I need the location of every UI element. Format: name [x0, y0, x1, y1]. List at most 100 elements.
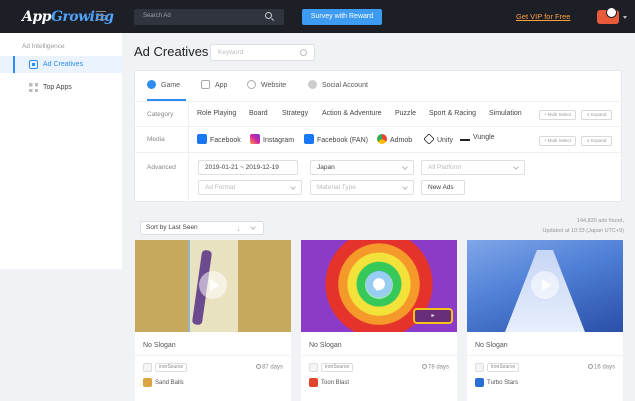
- media-option-label: Facebook: [210, 137, 241, 144]
- category-label: Category: [147, 111, 174, 118]
- chevron-down-icon[interactable]: [623, 16, 627, 19]
- advanced-label: Advanced: [147, 164, 176, 171]
- network-badge: ironSource: [155, 363, 188, 372]
- app-name[interactable]: Turbo Stars: [487, 380, 518, 386]
- media-option-facebook-fan[interactable]: Facebook (FAN): [304, 134, 368, 144]
- clock-icon: [255, 364, 261, 369]
- ad-slogan: No Slogan: [475, 342, 508, 349]
- ad-card[interactable]: No Slogan ironSource 87 days Sand Balls: [135, 240, 291, 401]
- sidebar-item-ad-creatives[interactable]: Ad Creatives: [0, 56, 122, 73]
- advanced-row: Advanced 2019-01-21 ~ 2019-12-19 Japan A…: [135, 152, 621, 202]
- updated-time: Updated at 10:33 (Japan UTC+9): [542, 228, 624, 234]
- sort-select[interactable]: Sort by Last Seen ⇣: [140, 221, 264, 235]
- category-option[interactable]: Sport & Racing: [429, 110, 476, 117]
- menu-icon[interactable]: [96, 11, 106, 20]
- material-type-select[interactable]: Material Type: [310, 180, 414, 195]
- page-title: Ad Creatives: [134, 44, 209, 59]
- media-expand-button[interactable]: ∨ Expand: [581, 136, 612, 146]
- ad-format-select[interactable]: Ad Format: [198, 180, 302, 195]
- facebook-icon: [197, 134, 207, 144]
- ad-slogan: No Slogan: [143, 342, 176, 349]
- app-icon: [143, 378, 152, 387]
- keyword-input[interactable]: Keyword: [210, 44, 315, 61]
- media-option-instagram[interactable]: Instagram: [250, 134, 294, 144]
- row-divider: [188, 102, 189, 126]
- media-option-vungle[interactable]: Vungle: [460, 134, 495, 141]
- category-multi-select-button[interactable]: + Multi Select: [539, 110, 576, 120]
- sidebar-item-label: Ad Creatives: [43, 61, 84, 68]
- results-count: 144,830 ads found,: [576, 218, 624, 224]
- new-ads-toggle[interactable]: New Ads: [421, 180, 465, 195]
- ad-card[interactable]: ▸ No Slogan ironSource 78 days Toon Blas…: [301, 240, 457, 401]
- search-icon[interactable]: [300, 49, 307, 56]
- sidebar-item-label: Top Apps: [43, 84, 72, 91]
- ad-thumbnail[interactable]: [135, 240, 291, 332]
- survey-button[interactable]: Survey with Reward: [302, 9, 382, 25]
- country-value: Japan: [317, 164, 335, 171]
- ad-card[interactable]: No Slogan ironSource 16 days Turbo Stars: [467, 240, 623, 401]
- search-placeholder: Search Ad: [143, 13, 171, 19]
- type-tabs: Game App Website Social Account: [135, 71, 621, 101]
- platform-placeholder: All Platform: [428, 164, 462, 171]
- media-option-facebook[interactable]: Facebook: [197, 134, 241, 144]
- tab-app[interactable]: App: [201, 80, 227, 92]
- material-type-placeholder: Material Type: [317, 184, 356, 191]
- chevron-down-icon: [290, 184, 296, 190]
- row-divider: [188, 153, 189, 202]
- chevron-down-icon: [402, 184, 408, 190]
- category-option[interactable]: Puzzle: [395, 110, 416, 117]
- android-icon: [143, 363, 152, 372]
- media-option-admob[interactable]: Admob: [377, 134, 412, 144]
- days-value: 78 days: [427, 364, 449, 371]
- ad-thumbnail[interactable]: ▸: [301, 240, 457, 332]
- platform-select[interactable]: All Platform: [421, 160, 525, 175]
- tab-website[interactable]: Website: [247, 80, 286, 92]
- tab-social-account[interactable]: Social Account: [308, 80, 368, 92]
- chevron-down-icon: [250, 224, 256, 230]
- play-icon[interactable]: [199, 271, 227, 299]
- card-divider: [301, 355, 457, 356]
- sidebar-item-top-apps[interactable]: Top Apps: [0, 79, 122, 96]
- chevron-down-icon: [402, 164, 408, 170]
- vungle-icon: [460, 135, 470, 141]
- gamepad-icon: [147, 80, 156, 89]
- user-icon: [606, 7, 617, 18]
- app-name[interactable]: Sand Balls: [155, 380, 184, 386]
- category-option[interactable]: Simulation: [489, 110, 522, 117]
- category-option[interactable]: Board: [249, 110, 268, 117]
- chevron-down-icon: [513, 164, 519, 170]
- grid-icon: [29, 83, 38, 92]
- play-icon[interactable]: [365, 271, 393, 299]
- ad-thumbnail[interactable]: [467, 240, 623, 332]
- category-option[interactable]: Role Playing: [197, 110, 236, 117]
- sort-value: Sort by Last Seen: [146, 224, 198, 231]
- unity-icon: [423, 133, 435, 145]
- tab-label: Social Account: [322, 82, 368, 89]
- logo-prefix: App: [22, 9, 51, 25]
- sidebar: Ad Intelligence Ad Creatives Top Apps: [0, 33, 122, 269]
- network-badge: ironSource: [321, 363, 354, 372]
- media-option-label: Admob: [390, 137, 413, 144]
- tab-game[interactable]: Game: [147, 80, 187, 101]
- vip-link[interactable]: Get VIP for Free: [516, 12, 570, 21]
- app-icon: [309, 378, 318, 387]
- admob-icon: [377, 134, 387, 144]
- tab-label: Website: [261, 82, 287, 89]
- media-option-unity[interactable]: Unity: [423, 133, 453, 145]
- category-option[interactable]: Strategy: [282, 110, 308, 117]
- avatar[interactable]: [597, 7, 619, 24]
- play-icon[interactable]: [531, 271, 559, 299]
- ad-format-placeholder: Ad Format: [205, 184, 236, 191]
- date-range-picker[interactable]: 2019-01-21 ~ 2019-12-19: [198, 160, 298, 175]
- category-option[interactable]: Action & Adventure: [322, 110, 382, 117]
- search-icon[interactable]: [265, 12, 272, 19]
- app-icon: [475, 378, 484, 387]
- category-expand-button[interactable]: ∨ Expand: [581, 110, 612, 120]
- category-row: Category Role Playing Board Strategy Act…: [135, 101, 621, 126]
- country-select[interactable]: Japan: [310, 160, 414, 175]
- media-multi-select-button[interactable]: + Multi Select: [539, 136, 576, 146]
- global-search-input[interactable]: Search Ad: [134, 9, 284, 25]
- chat-icon: [308, 80, 317, 89]
- app-name[interactable]: Toon Blast: [321, 380, 349, 386]
- media-option-label: Vungle: [473, 134, 495, 141]
